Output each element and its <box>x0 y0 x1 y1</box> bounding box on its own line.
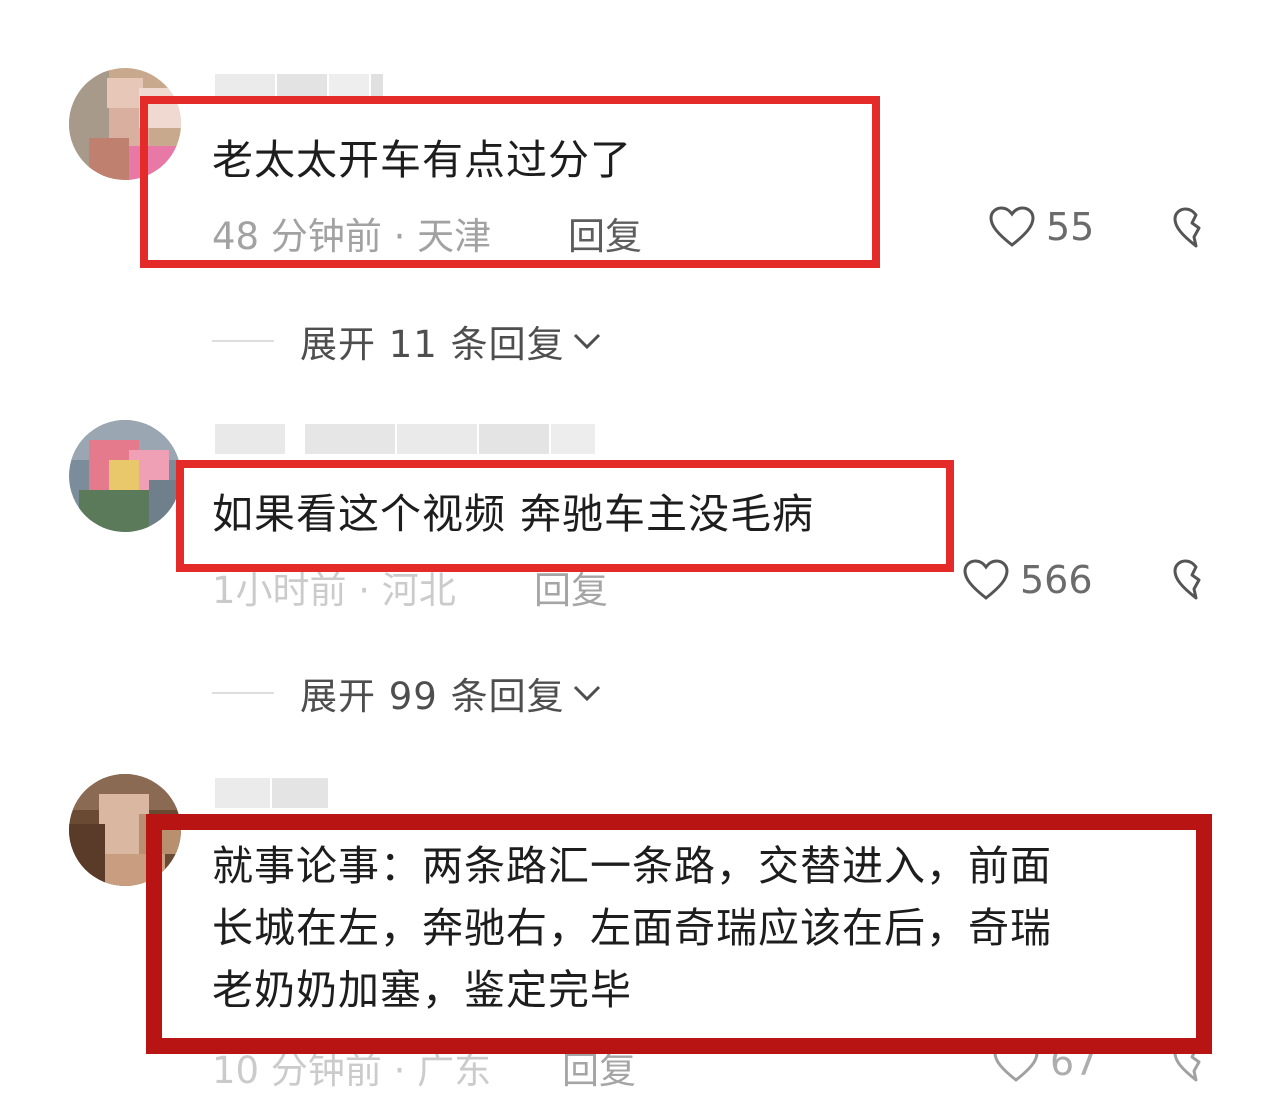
dislike-button[interactable] <box>1172 558 1212 600</box>
expand-replies-button[interactable]: 展开 99 条回复 <box>212 666 603 720</box>
like-button[interactable]: 566 <box>962 558 1093 602</box>
expand-replies-button[interactable]: 展开 11 条回复 <box>212 314 603 368</box>
heart-outline-icon <box>989 206 1035 247</box>
chevron-down-icon <box>573 333 600 350</box>
username-blurred[interactable] <box>215 424 595 454</box>
divider <box>212 340 274 342</box>
username-blurred[interactable] <box>215 778 330 808</box>
broken-heart-icon <box>1173 559 1201 600</box>
dislike-button[interactable] <box>1172 206 1212 248</box>
highlight-box <box>140 96 880 268</box>
expand-replies-label: 展开 11 条回复 <box>300 323 565 366</box>
like-button[interactable]: 55 <box>988 205 1094 249</box>
avatar[interactable] <box>69 420 181 532</box>
chevron-down-icon <box>573 685 600 702</box>
highlight-box <box>176 460 954 572</box>
highlight-box <box>146 814 1212 1054</box>
heart-outline-icon <box>963 559 1009 600</box>
broken-heart-icon <box>1173 207 1201 248</box>
expand-replies-label: 展开 99 条回复 <box>300 675 565 718</box>
divider <box>212 692 274 694</box>
like-count: 566 <box>1020 558 1093 602</box>
like-count: 55 <box>1046 205 1095 249</box>
